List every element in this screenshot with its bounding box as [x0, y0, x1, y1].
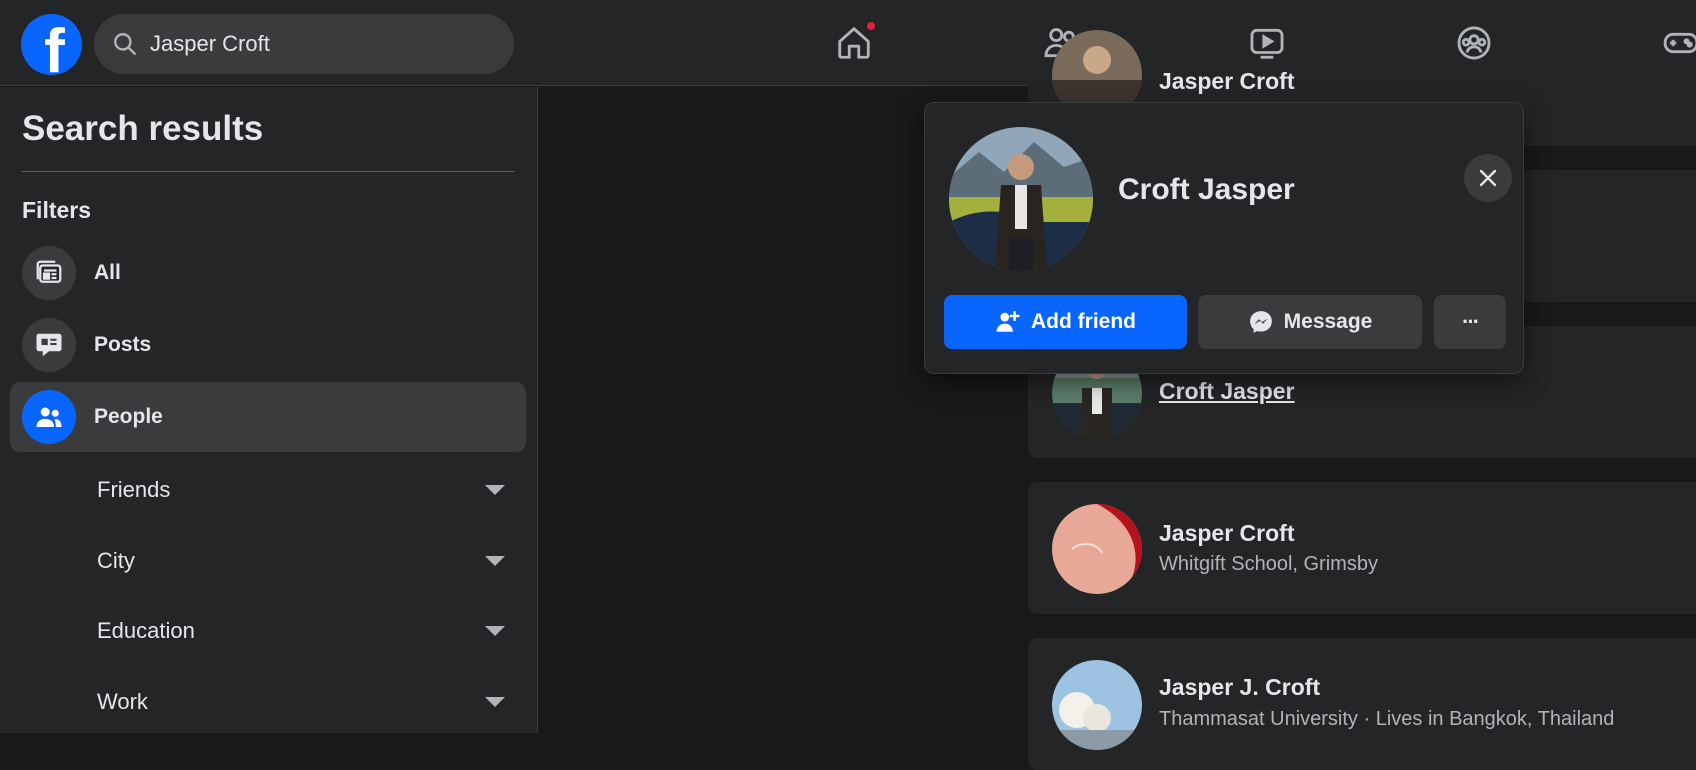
- messenger-icon: [1249, 311, 1272, 333]
- search-icon: [114, 33, 136, 55]
- sub-filter-label: Education: [97, 618, 195, 643]
- more-options-icon: ···: [1462, 309, 1480, 334]
- filter-posts[interactable]: Posts: [10, 310, 526, 380]
- result-card[interactable]: Jasper Croft Whitgift School, Grimsby: [1028, 482, 1696, 614]
- result-card[interactable]: Jasper J. Croft Thammasat University · L…: [1028, 638, 1696, 770]
- chevron-down-icon: [485, 697, 505, 707]
- sub-filter-label: Friends: [97, 477, 171, 502]
- filter-all[interactable]: All: [10, 238, 526, 308]
- notification-dot: [865, 20, 877, 32]
- sub-filter-label: Work: [97, 689, 148, 714]
- posts-icon: [36, 333, 62, 357]
- filter-label: People: [94, 405, 163, 428]
- message-button[interactable]: Message: [1198, 295, 1422, 349]
- result-subtitle: Whitgift School, Grimsby: [1159, 553, 1378, 575]
- result-subtitle: Thammasat University · Lives in Bangkok,…: [1159, 708, 1615, 730]
- divider: [22, 171, 514, 172]
- sub-filter-work[interactable]: Work: [97, 677, 507, 727]
- add-friend-button[interactable]: Add friend: [944, 295, 1187, 349]
- people-icon: [36, 407, 62, 427]
- sub-filter-label: City: [97, 548, 135, 573]
- more-options-button[interactable]: ···: [1434, 295, 1506, 349]
- filters-heading: Filters: [22, 197, 92, 223]
- search-input[interactable]: [150, 31, 470, 57]
- close-button[interactable]: [1464, 154, 1512, 202]
- hover-card-name[interactable]: Croft Jasper: [1118, 173, 1295, 207]
- profile-hover-card: Croft Jasper Add friend Message ···: [924, 102, 1524, 374]
- chevron-down-icon: [485, 626, 505, 636]
- filter-people[interactable]: People: [10, 382, 526, 452]
- avatar[interactable]: [1052, 660, 1142, 750]
- filter-label: All: [94, 261, 121, 284]
- avatar[interactable]: [1052, 504, 1142, 594]
- message-label: Message: [1283, 310, 1373, 333]
- gamepad-icon: [1663, 32, 1696, 54]
- result-name[interactable]: Croft Jasper: [1159, 378, 1294, 405]
- sub-filter-education[interactable]: Education: [97, 606, 507, 656]
- chevron-down-icon: [485, 556, 505, 566]
- page-title: Search results: [22, 109, 264, 148]
- result-name[interactable]: Jasper Croft: [1159, 68, 1294, 95]
- filter-label: Posts: [94, 333, 152, 356]
- all-results-icon: [36, 260, 62, 283]
- result-name[interactable]: Jasper Croft: [1159, 520, 1294, 547]
- facebook-logo[interactable]: f: [21, 14, 82, 75]
- groups-icon: [1457, 26, 1491, 60]
- sub-filter-city[interactable]: City: [97, 536, 507, 586]
- logo-letter: f: [44, 17, 65, 76]
- chevron-down-icon: [485, 485, 505, 495]
- sub-filter-friends[interactable]: Friends: [97, 465, 507, 515]
- video-icon: [1250, 28, 1284, 59]
- result-name[interactable]: Jasper J. Croft: [1159, 674, 1320, 701]
- search-filters-sidebar: Search results Filters All Posts People …: [0, 87, 538, 733]
- filter-icon-circle: [22, 246, 76, 300]
- close-icon: [1479, 169, 1497, 187]
- search-box[interactable]: [94, 14, 514, 74]
- add-friend-icon: [996, 311, 1020, 332]
- nav-home[interactable]: [831, 20, 877, 66]
- add-friend-label: Add friend: [1031, 310, 1136, 333]
- filter-icon-circle: [22, 318, 76, 372]
- hover-card-avatar[interactable]: [949, 127, 1093, 271]
- filter-icon-circle: [22, 390, 76, 444]
